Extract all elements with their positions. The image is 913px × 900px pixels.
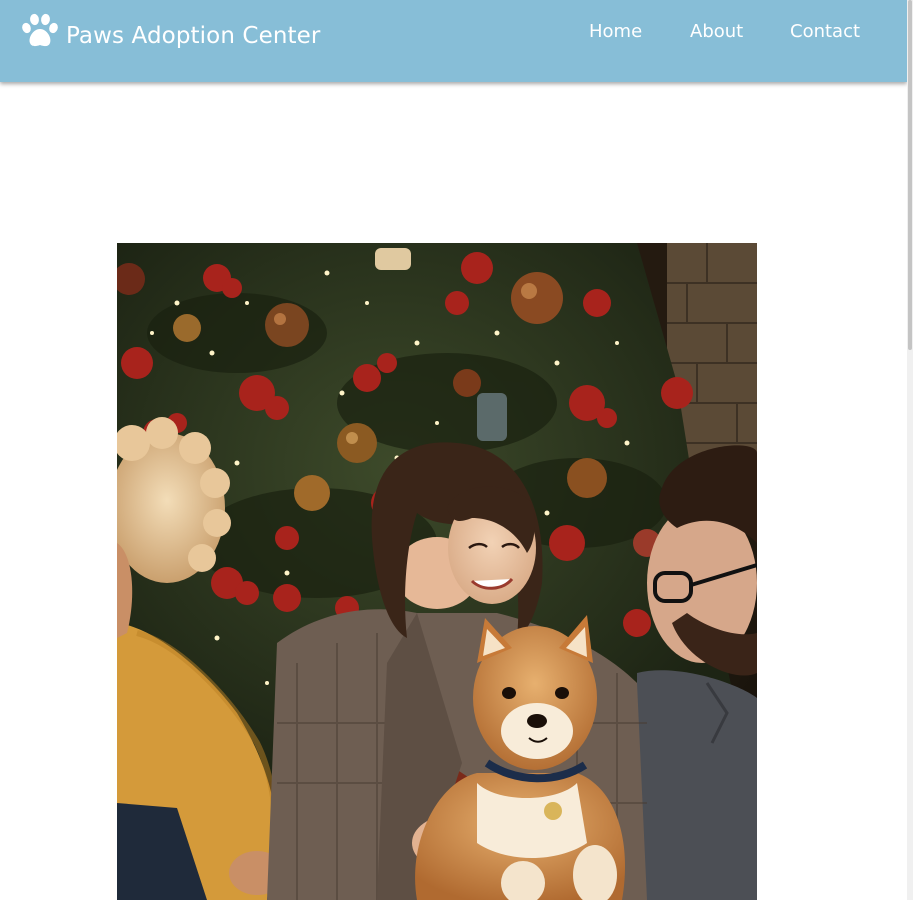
page-scrollbar[interactable] xyxy=(907,0,913,900)
main-nav: Home About Contact xyxy=(0,20,907,44)
hero-image xyxy=(117,243,757,900)
nav-link-home[interactable]: Home xyxy=(589,20,642,44)
nav-link-about[interactable]: About xyxy=(690,20,743,44)
site-header: Paws Adoption Center Home About Contact xyxy=(0,0,907,82)
nav-link-contact[interactable]: Contact xyxy=(790,20,860,44)
scrollbar-thumb[interactable] xyxy=(908,0,912,350)
page: Paws Adoption Center Home About Contact xyxy=(0,0,913,900)
